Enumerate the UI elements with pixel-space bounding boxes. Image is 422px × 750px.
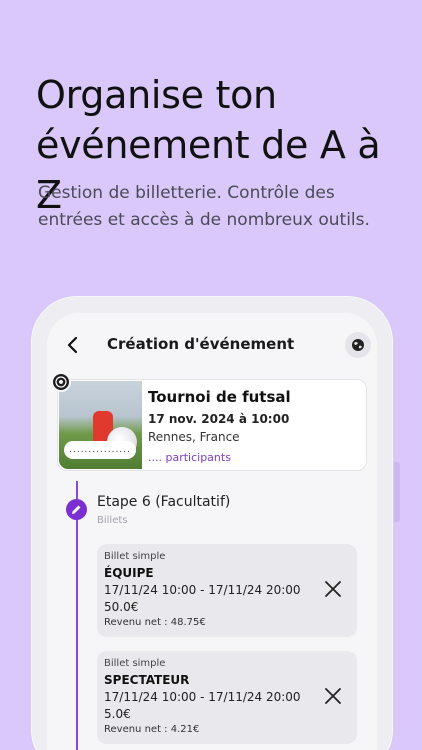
event-date: 17 nov. 2024 à 10:00 — [148, 412, 290, 426]
event-card[interactable]: ................ Tournoi de futsal 17 no… — [57, 379, 367, 471]
ticket-net-revenue: Revenu net : 4.21€ — [104, 724, 200, 735]
ticket-name: SPECTATEUR — [104, 673, 190, 687]
ticket-net-revenue: Revenu net : 48.75€ — [104, 617, 206, 628]
event-image-caption: ................ — [64, 441, 136, 459]
chevron-left-icon — [67, 336, 78, 354]
step-title: Etape 6 (Facultatif) — [97, 494, 231, 510]
language-button[interactable] — [345, 332, 371, 358]
back-button[interactable] — [61, 333, 83, 357]
top-bar: Création d'événement — [47, 313, 377, 377]
subtitle-line-1: Gestion de billetterie. Contrôle des — [38, 183, 335, 203]
close-icon[interactable] — [324, 580, 342, 598]
ticket-name: ÉQUIPE — [104, 566, 154, 580]
subtitle-line-2: entrées et accès à de nombreux outils. — [38, 210, 370, 230]
event-participants: .... participants — [148, 451, 231, 464]
ticket-dates: 17/11/24 10:00 - 17/11/24 20:00 — [104, 690, 301, 704]
event-location: Rennes, France — [148, 430, 240, 444]
ticket-card[interactable]: Billet simple ÉQUIPE 17/11/24 10:00 - 17… — [97, 544, 357, 637]
event-info: Tournoi de futsal 17 nov. 2024 à 10:00 R… — [148, 388, 363, 464]
app-screen: Création d'événement ................ To… — [47, 313, 377, 750]
pencil-icon — [72, 505, 81, 514]
headline-line-1: Organise ton — [36, 73, 277, 117]
step-edit-button[interactable] — [66, 499, 87, 520]
ticket-card[interactable]: Billet simple SPECTATEUR 17/11/24 10:00 … — [97, 651, 357, 744]
page-title: Création d'événement — [107, 335, 295, 353]
football-icon — [55, 376, 67, 388]
globe-icon — [352, 339, 364, 351]
event-image: ................ — [59, 381, 142, 469]
close-icon[interactable] — [324, 687, 342, 705]
timeline-line — [76, 481, 78, 750]
ticket-type: Billet simple — [104, 551, 166, 562]
ticket-dates: 17/11/24 10:00 - 17/11/24 20:00 — [104, 583, 301, 597]
phone-side-button — [394, 462, 400, 522]
step-subtitle: Billets — [97, 515, 128, 526]
event-name: Tournoi de futsal — [148, 388, 291, 406]
ticket-type: Billet simple — [104, 658, 166, 669]
sport-badge — [51, 372, 71, 392]
ticket-price: 5.0€ — [104, 707, 131, 721]
ticket-price: 50.0€ — [104, 600, 139, 614]
promo-subtitle: Gestion de billetterie. Contrôle des ent… — [38, 180, 388, 234]
